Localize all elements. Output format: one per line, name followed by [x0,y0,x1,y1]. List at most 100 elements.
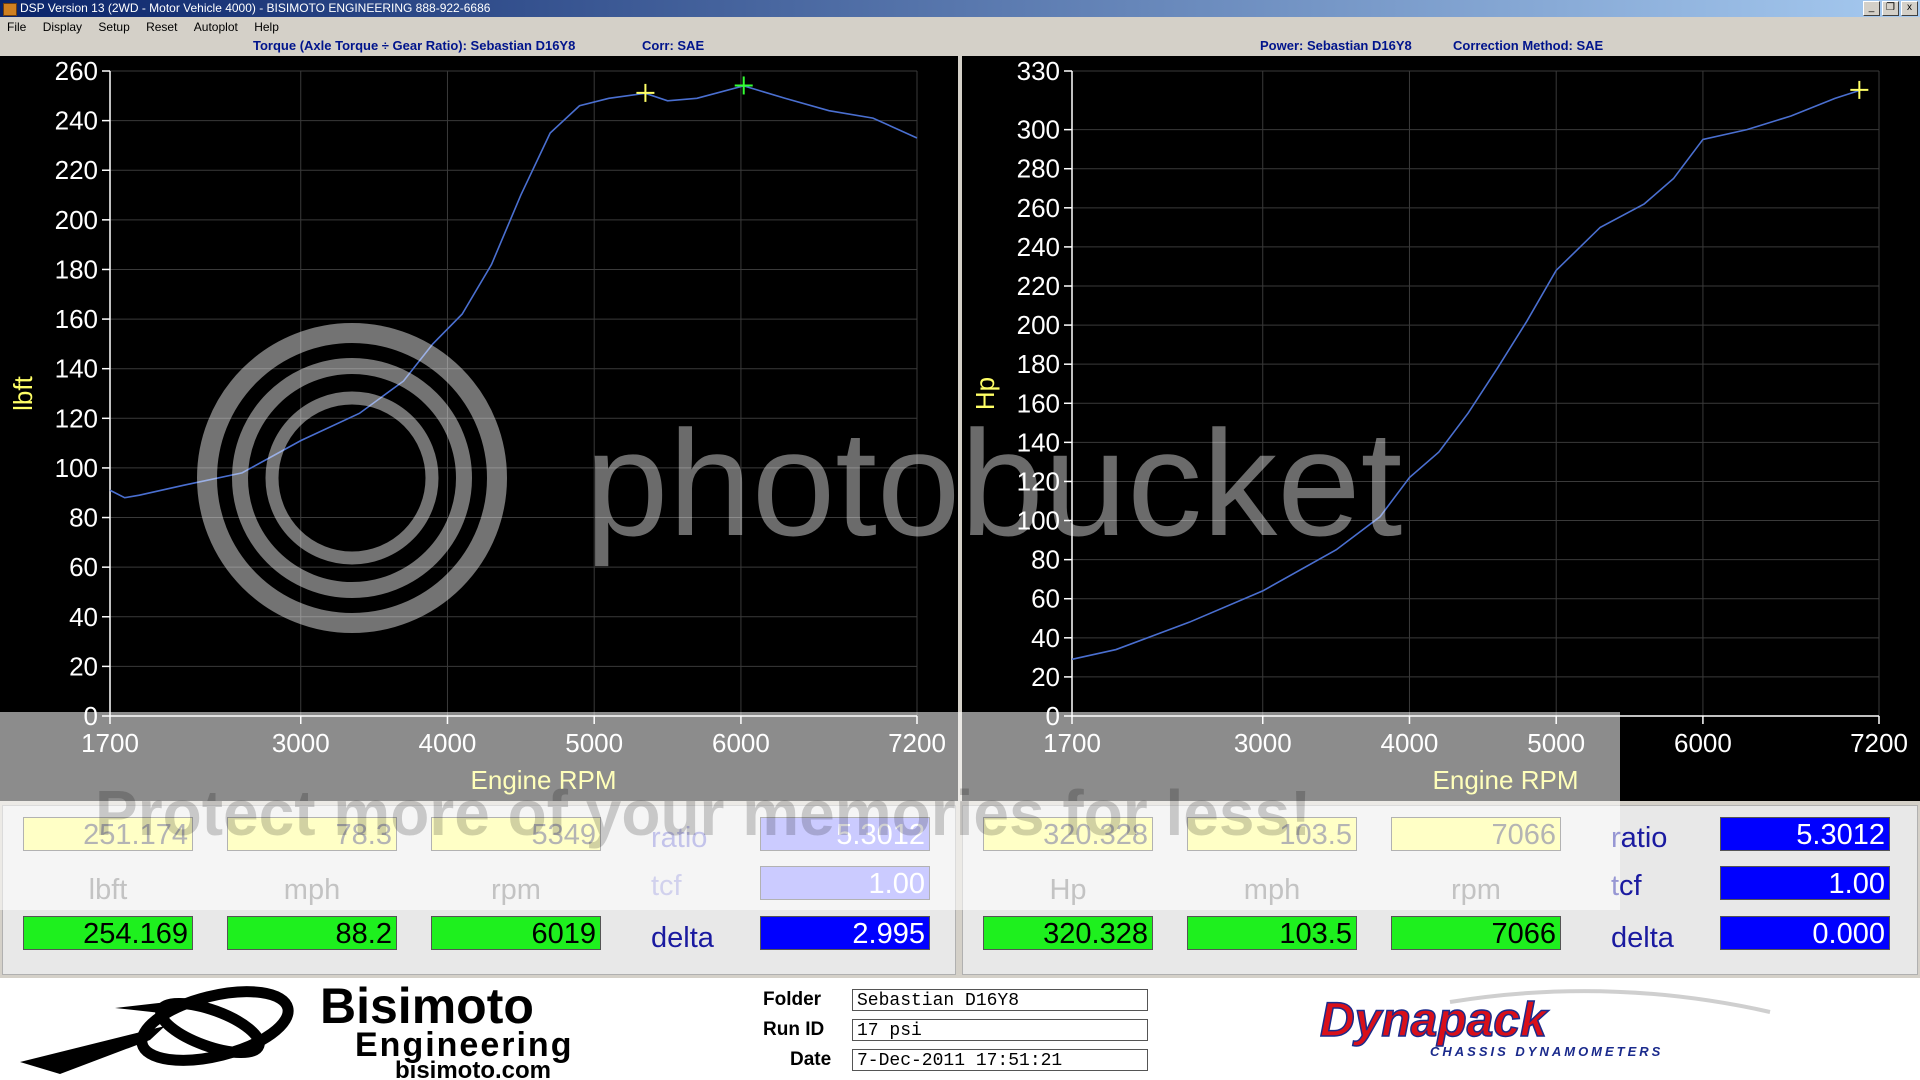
y-tick-label: 80 [69,503,98,533]
window-titlebar: DSP Version 13 (2WD - Motor Vehicle 4000… [0,0,1920,17]
menu-help[interactable]: Help [254,20,279,34]
y-tick-label: 100 [55,453,98,483]
unit-mph-right: mph [1243,874,1301,906]
x-axis-label: Engine RPM [1433,765,1579,795]
runid-label: Run ID [763,1019,825,1040]
torque-title: Torque (Axle Torque ÷ Gear Ratio): Sebas… [253,38,576,53]
y-tick-label: 200 [55,205,98,235]
menu-reset[interactable]: Reset [146,20,177,34]
y-tick-label: 80 [1031,545,1060,575]
torque-chart-svg: 0 20 40 60 80 100 120 140 160 180 200 220 240 260 1700… [8,56,946,795]
menu-setup[interactable]: Setup [98,20,129,34]
y-tick-label: 60 [1031,584,1060,614]
y-tick-label: 240 [1017,232,1060,262]
y-tick-label: 160 [1017,388,1060,418]
cursor1-speed: 78.3 [227,817,397,851]
cursor2-rpm: 6019 [431,916,601,950]
left-readout-panel: 251.174 78.3 5349 lbft mph rpm 254.169 8… [2,805,956,975]
x-tick-label: 6000 [712,728,770,758]
tcf-value[interactable]: 1.00 [760,866,930,900]
window-title: DSP Version 13 (2WD - Motor Vehicle 4000… [20,1,491,15]
unit-hp: Hp [1049,874,1087,906]
ratio-label-right: ratio [1611,822,1668,854]
x-tick-label: 3000 [272,728,330,758]
power-title: Power: Sebastian D16Y8 [1260,38,1412,53]
tcf-label-right: tcf [1611,870,1642,902]
power-chart-svg: 0 20 40 60 80 100 120 140 160 180 200 220 240 260 280 3… [970,56,1908,795]
y-tick-label: 20 [69,651,98,681]
bisimoto-logo: Bisimoto Engineering bisimoto.com [20,978,571,1080]
unit-mph: mph [283,874,341,906]
y-tick-label: 100 [1017,506,1060,536]
y-tick-label: 0 [1046,701,1060,731]
cursor2-speed: 88.2 [227,916,397,950]
series-line [109,85,918,499]
y-tick-label: 220 [1017,271,1060,301]
ratio-value-right[interactable]: 5.3012 [1720,817,1890,851]
menu-bar: File Display Setup Reset Autoplot Help [0,18,1920,36]
x-tick-label: 4000 [419,728,477,758]
y-tick-label: 180 [55,254,98,284]
cursor2-speed-right: 103.5 [1187,916,1357,950]
torque-corr: Corr: SAE [642,38,705,53]
menu-autoplot[interactable]: Autoplot [194,20,238,34]
brand-name: Dynapack [1320,994,1549,1047]
delta-label: delta [651,922,714,954]
cursor2-rpm-right: 7066 [1391,916,1561,950]
y-tick-label: 120 [55,403,98,433]
folder-label: Folder [763,989,822,1010]
app-icon [3,3,17,16]
cursor1-speed-right: 103.5 [1187,817,1357,851]
minimize-button[interactable]: _ [1863,1,1880,16]
folder-field[interactable]: Sebastian D16Y8 [852,989,1148,1011]
right-readout-panel: 320.328 103.5 7066 Hp mph rpm 320.328 10… [962,805,1918,975]
dynapack-logo: Dynapack CHASSIS DYNAMOMETERS [1319,989,1771,1059]
date-label: Date [790,1049,832,1070]
date-field[interactable]: 7-Dec-2011 17:51:21 [852,1049,1148,1071]
menu-display[interactable]: Display [43,20,82,34]
close-button[interactable]: x [1901,1,1918,16]
delta-value-right: 0.000 [1720,916,1890,950]
y-tick-label: 300 [1017,115,1060,145]
cursor1-rpm: 5349 [431,817,601,851]
tcf-label: tcf [651,870,682,902]
x-tick-label: 6000 [1674,728,1732,758]
right-panel-title: Power: Sebastian D16Y8 Correction Method… [962,37,1920,55]
x-axis-label: Engine RPM [471,765,617,795]
series-line [1071,89,1860,661]
y-tick-label: 160 [55,304,98,334]
ratio-value[interactable]: 5.3012 [760,817,930,851]
delta-value: 2.995 [760,916,930,950]
cursor2-power: 320.328 [983,916,1153,950]
x-tick-label: 5000 [565,728,623,758]
unit-lbft: lbft [88,874,128,906]
y-tick-label: 330 [1017,56,1060,86]
y-tick-label: 180 [1017,349,1060,379]
tcf-value-right[interactable]: 1.00 [1720,866,1890,900]
y-tick-label: 140 [55,354,98,384]
restore-button[interactable]: ❐ [1882,1,1899,16]
y-tick-label: 0 [84,701,98,731]
cursor-marker [1850,80,1869,99]
y-tick-label: 40 [69,602,98,632]
y-tick-label: 260 [1017,193,1060,223]
cursor2-torque: 254.169 [23,916,193,950]
y-tick-label: 280 [1017,154,1060,184]
cursor1-power: 320.328 [983,817,1153,851]
y-axis-label: lbft [8,375,38,410]
menu-file[interactable]: File [7,20,26,34]
y-tick-label: 220 [55,155,98,185]
cursor1-torque: 251.174 [23,817,193,851]
x-tick-label: 1700 [81,728,139,758]
x-tick-label: 1700 [1043,728,1101,758]
delta-label-right: delta [1611,922,1674,954]
cursor-marker [636,83,655,102]
unit-rpm: rpm [491,874,541,906]
x-tick-label: 5000 [1527,728,1585,758]
torque-chart[interactable]: 0 20 40 60 80 100 120 140 160 180 200 220 240 260 1700… [0,56,958,801]
runid-field[interactable]: 17 psi [852,1019,1148,1041]
power-chart[interactable]: 0 20 40 60 80 100 120 140 160 180 200 220 240 260 280 3… [962,56,1920,801]
y-tick-label: 240 [55,106,98,136]
y-axis-label: Hp [970,377,1000,410]
y-tick-label: 120 [1017,466,1060,496]
